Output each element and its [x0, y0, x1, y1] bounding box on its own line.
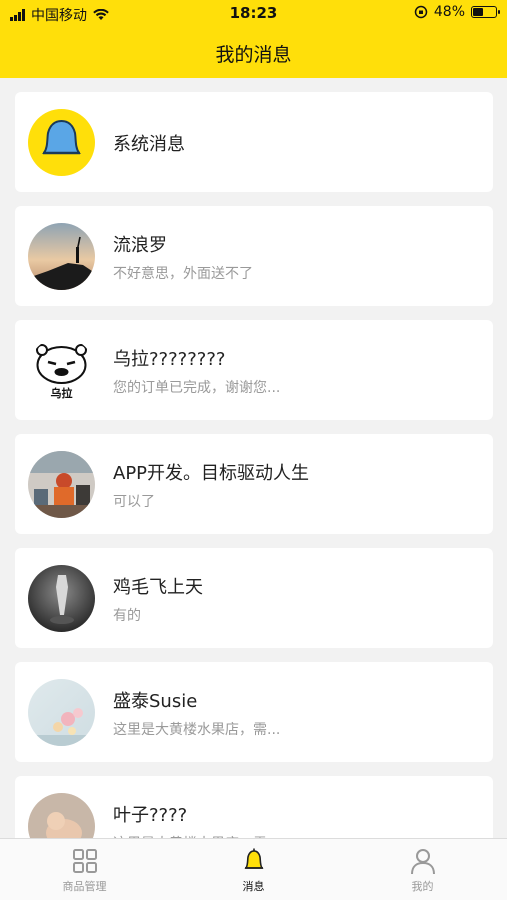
tab-label: 我的	[411, 880, 434, 893]
tab-messages[interactable]: 消息	[169, 839, 338, 900]
message-name: 鸡毛飞上天	[113, 577, 203, 598]
status-bar: 中国移动 18:23 48%	[0, 0, 507, 28]
header-bar: 中国移动 18:23 48% 我的消息	[0, 0, 507, 78]
tab-products[interactable]: 商品管理	[0, 839, 169, 900]
status-right: 48%	[414, 4, 500, 20]
flower-photo-avatar	[28, 679, 95, 746]
message-name: 乌拉????????	[113, 349, 226, 370]
bell-icon	[244, 848, 263, 869]
message-name: 流浪罗	[113, 235, 167, 256]
message-item[interactable]: 鸡毛飞上天 有的	[15, 548, 493, 648]
message-preview: 这里是大黄楼水果店，需...	[113, 722, 281, 738]
message-preview: 不好意思，外面送不了	[113, 266, 253, 282]
person-icon	[410, 849, 435, 875]
message-preview: 可以了	[113, 494, 155, 510]
message-name: 系统消息	[113, 134, 185, 155]
tab-bar: 商品管理 消息 我的	[0, 838, 507, 900]
message-list: 系统消息 流浪罗 不好意思，外面送不了 乌拉 乌拉???????? 您的订单已完…	[15, 92, 493, 890]
page-title: 我的消息	[215, 44, 292, 66]
message-item-system[interactable]: 系统消息	[15, 92, 493, 192]
message-preview: 您的订单已完成，谢谢您...	[113, 380, 281, 396]
tab-label: 商品管理	[62, 880, 107, 893]
message-name: 盛泰Susie	[113, 691, 198, 712]
grayscale-photo-avatar	[28, 565, 95, 632]
battery-icon	[471, 6, 500, 18]
battery-percent: 48%	[433, 4, 465, 20]
message-item[interactable]: 乌拉 乌拉???????? 您的订单已完成，谢谢您...	[15, 320, 493, 420]
message-name: 叶子????	[113, 805, 188, 826]
message-item[interactable]: 盛泰Susie 这里是大黄楼水果店，需...	[15, 662, 493, 762]
tab-mine[interactable]: 我的	[338, 839, 507, 900]
message-name: APP开发。目标驱动人生	[113, 463, 310, 484]
bell-icon	[28, 109, 95, 176]
message-preview: 有的	[113, 608, 141, 624]
photo-avatar	[28, 451, 95, 518]
mountain-silhouette-avatar	[28, 223, 95, 290]
orientation-lock-icon	[414, 5, 428, 19]
grid-icon	[72, 849, 97, 873]
bear-meme-avatar: 乌拉	[28, 337, 95, 404]
message-item[interactable]: 流浪罗 不好意思，外面送不了	[15, 206, 493, 306]
tab-label: 消息	[242, 880, 265, 893]
message-item[interactable]: APP开发。目标驱动人生 可以了	[15, 434, 493, 534]
bear-caption: 乌拉	[50, 387, 73, 400]
